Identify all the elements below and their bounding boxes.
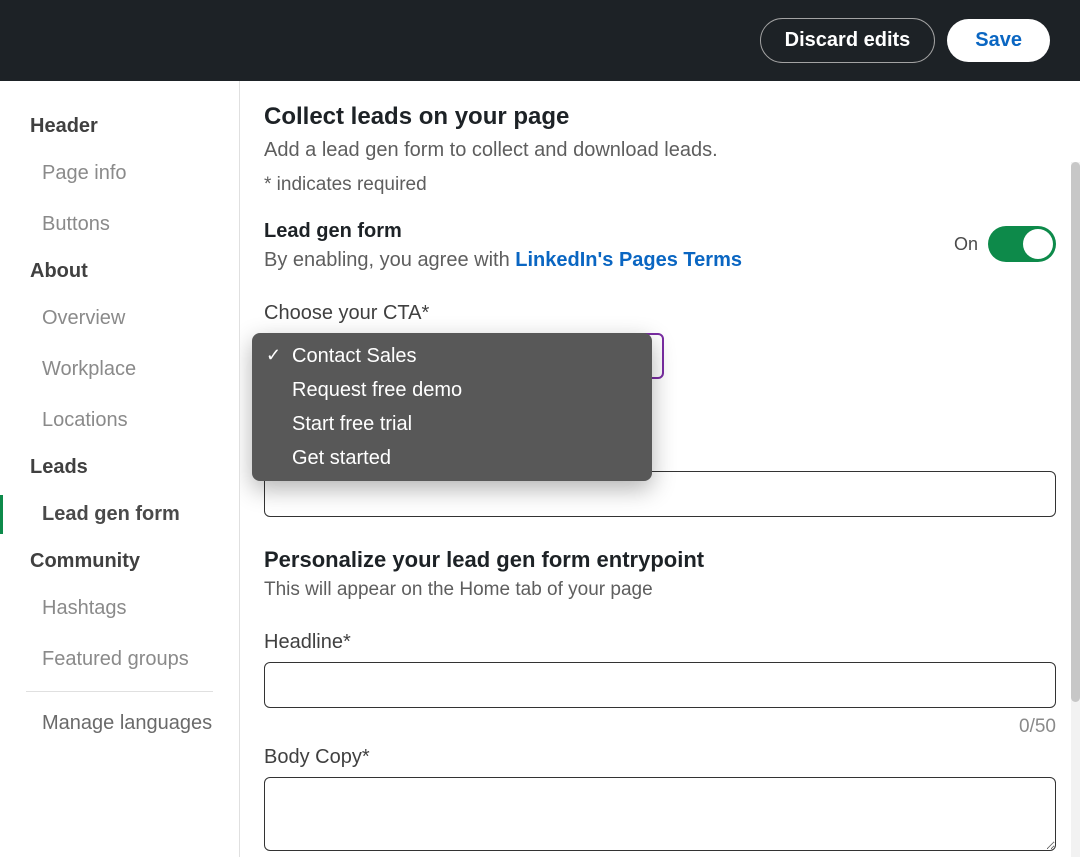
sidebar-divider — [26, 691, 213, 692]
sidebar-section-leads: Leads — [0, 446, 239, 489]
toggle-state-label: On — [954, 234, 978, 255]
cta-option-label: Request free demo — [292, 379, 462, 402]
sidebar-item-workplace[interactable]: Workplace — [0, 344, 239, 395]
vertical-scrollbar[interactable] — [1071, 162, 1080, 857]
sidebar-item-page-info[interactable]: Page info — [0, 148, 239, 199]
body-copy-field-label: Body Copy* — [264, 746, 1056, 769]
sidebar-item-overview[interactable]: Overview — [0, 293, 239, 344]
scrollbar-thumb[interactable] — [1071, 162, 1080, 702]
save-button[interactable]: Save — [947, 19, 1050, 62]
required-note: * indicates required — [264, 174, 1056, 196]
cta-option-contact-sales[interactable]: ✓ Contact Sales — [252, 339, 652, 373]
cta-option-label: Get started — [292, 447, 391, 470]
headline-input[interactable] — [264, 662, 1056, 708]
toggle-knob — [1023, 229, 1053, 259]
headline-char-counter: 0/50 — [264, 716, 1056, 738]
linkedin-pages-terms-link[interactable]: LinkedIn's Pages Terms — [515, 249, 742, 271]
cta-option-get-started[interactable]: Get started — [252, 441, 652, 475]
entrypoint-heading: Personalize your lead gen form entrypoin… — [264, 547, 1056, 573]
sidebar-section-header: Header — [0, 105, 239, 148]
lead-gen-toggle[interactable] — [988, 226, 1056, 262]
page-title: Collect leads on your page — [264, 103, 1056, 131]
body-copy-textarea[interactable] — [264, 777, 1056, 851]
sidebar-item-buttons[interactable]: Buttons — [0, 199, 239, 250]
sidebar-item-manage-languages[interactable]: Manage languages — [0, 698, 239, 749]
lead-gen-form-heading: Lead gen form — [264, 220, 742, 243]
sidebar-item-locations[interactable]: Locations — [0, 395, 239, 446]
cta-option-request-free-demo[interactable]: Request free demo — [252, 373, 652, 407]
sidebar-item-hashtags[interactable]: Hashtags — [0, 583, 239, 634]
main-panel: Collect leads on your page Add a lead ge… — [240, 81, 1080, 857]
sidebar-section-community: Community — [0, 540, 239, 583]
cta-option-label: Start free trial — [292, 413, 412, 436]
cta-dropdown-menu: ✓ Contact Sales Request free demo Start … — [252, 333, 652, 481]
settings-sidebar: Header Page info Buttons About Overview … — [0, 81, 240, 857]
headline-field-label: Headline* — [264, 631, 1056, 654]
cta-field-label: Choose your CTA* — [264, 302, 1056, 325]
sidebar-item-lead-gen-form[interactable]: Lead gen form — [0, 489, 239, 540]
page-description: Add a lead gen form to collect and downl… — [264, 139, 1056, 162]
sidebar-section-about: About — [0, 250, 239, 293]
entrypoint-subtext: This will appear on the Home tab of your… — [264, 579, 1056, 601]
cta-option-label: Contact Sales — [292, 345, 417, 368]
lead-gen-terms-line: By enabling, you agree with LinkedIn's P… — [264, 249, 742, 272]
check-icon: ✓ — [266, 345, 281, 366]
top-bar: Discard edits Save — [0, 0, 1080, 81]
discard-edits-button[interactable]: Discard edits — [760, 18, 936, 63]
terms-prefix: By enabling, you agree with — [264, 249, 515, 271]
sidebar-item-featured-groups[interactable]: Featured groups — [0, 634, 239, 685]
cta-option-start-free-trial[interactable]: Start free trial — [252, 407, 652, 441]
